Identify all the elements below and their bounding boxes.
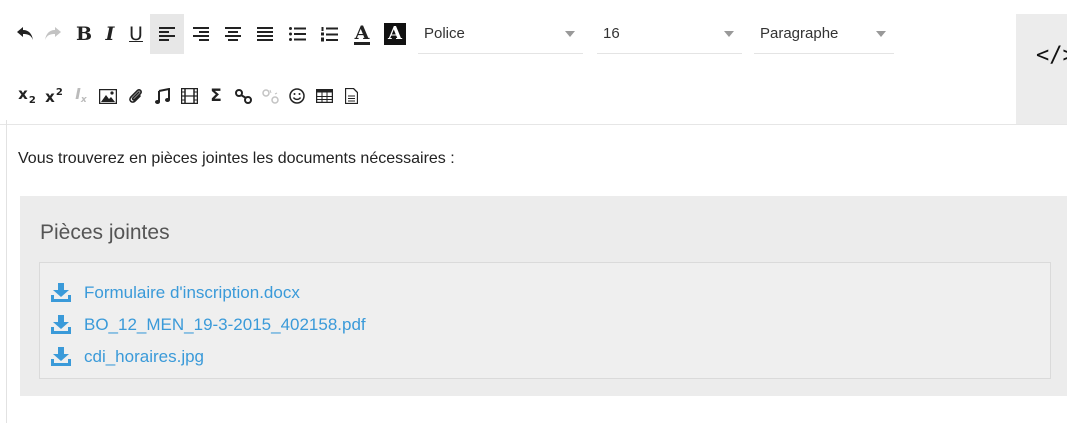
insert-table-button[interactable] bbox=[311, 76, 337, 116]
font-size-value: 16 bbox=[603, 25, 620, 42]
source-code-panel: </> bbox=[1016, 14, 1067, 124]
chevron-down-icon bbox=[876, 30, 886, 37]
align-left-icon bbox=[159, 27, 175, 41]
align-left-button[interactable] bbox=[150, 14, 184, 54]
clear-format-button[interactable]: Ix bbox=[68, 76, 94, 116]
font-family-dropdown[interactable]: Police bbox=[418, 14, 583, 54]
sigma-icon: Σ bbox=[210, 85, 222, 106]
chevron-down-icon bbox=[724, 30, 734, 37]
link-icon bbox=[234, 88, 252, 104]
background-color-icon: A bbox=[384, 23, 406, 45]
bullet-list-button[interactable] bbox=[282, 14, 312, 54]
insert-link-button[interactable] bbox=[230, 76, 256, 116]
align-right-button[interactable] bbox=[186, 14, 216, 54]
music-note-icon bbox=[154, 88, 170, 104]
paperclip-icon bbox=[129, 89, 142, 103]
source-code-button[interactable]: </> bbox=[1016, 36, 1067, 76]
toolbar-row-1: B I U A A Police 16 Paragraphe bbox=[0, 14, 1000, 54]
bold-button[interactable]: B bbox=[72, 14, 96, 54]
font-family-value: Police bbox=[424, 25, 465, 42]
subscript-button[interactable]: x2 bbox=[14, 76, 40, 116]
undo-button[interactable] bbox=[14, 14, 38, 54]
attachment-link[interactable]: Formulaire d'inscription.docx bbox=[50, 277, 366, 309]
editor-content[interactable]: Vous trouverez en pièces jointes les doc… bbox=[0, 124, 1067, 423]
insert-video-button[interactable] bbox=[176, 76, 202, 116]
justify-icon bbox=[257, 27, 273, 41]
align-right-icon bbox=[193, 27, 209, 41]
attach-file-button[interactable] bbox=[122, 76, 148, 116]
align-center-button[interactable] bbox=[218, 14, 248, 54]
unlink-icon bbox=[261, 88, 279, 104]
block-format-value: Paragraphe bbox=[760, 25, 839, 42]
insert-audio-button[interactable] bbox=[149, 76, 175, 116]
image-icon bbox=[99, 88, 117, 104]
attachment-name: cdi_horaires.jpg bbox=[84, 347, 205, 366]
attachments-panel: Pièces jointes Formulaire d'inscription.… bbox=[20, 196, 1067, 396]
bullet-list-icon bbox=[288, 27, 306, 41]
attachment-link[interactable]: BO_12_MEN_19-3-2015_402158.pdf bbox=[50, 309, 366, 341]
numbered-list-icon bbox=[320, 26, 338, 41]
underline-button[interactable]: U bbox=[124, 14, 148, 54]
text-color-icon: A bbox=[353, 21, 371, 45]
attachment-name: Formulaire d'inscription.docx bbox=[84, 283, 300, 302]
block-format-dropdown[interactable]: Paragraphe bbox=[754, 14, 894, 54]
film-icon bbox=[180, 88, 198, 104]
numbered-list-button[interactable] bbox=[314, 14, 344, 54]
table-icon bbox=[315, 89, 333, 103]
redo-icon bbox=[45, 27, 61, 40]
unlink-button[interactable] bbox=[257, 76, 283, 116]
toolbar-row-2: x2 x2 Ix Σ bbox=[0, 76, 1000, 116]
insert-template-button[interactable] bbox=[338, 76, 364, 116]
smiley-icon bbox=[289, 88, 305, 104]
background-color-button[interactable]: A bbox=[380, 14, 410, 54]
subscript-icon: x2 bbox=[18, 84, 36, 106]
download-icon bbox=[50, 282, 72, 304]
superscript-button[interactable]: x2 bbox=[41, 76, 67, 116]
editor-toolbar: B I U A A Police 16 Paragraphe x2 x2 Ix … bbox=[0, 0, 1067, 125]
insert-formula-button[interactable]: Σ bbox=[203, 76, 229, 116]
rich-text-editor: B I U A A Police 16 Paragraphe x2 x2 Ix … bbox=[0, 0, 1067, 423]
attachments-title: Pièces jointes bbox=[40, 221, 170, 244]
attachments-list: Formulaire d'inscription.docx BO_12_MEN_… bbox=[50, 277, 366, 373]
download-icon bbox=[50, 314, 72, 336]
insert-emoji-button[interactable] bbox=[284, 76, 310, 116]
align-center-icon bbox=[225, 27, 241, 41]
undo-icon bbox=[17, 27, 33, 40]
clear-format-icon: Ix bbox=[75, 85, 87, 105]
italic-button[interactable]: I bbox=[98, 14, 122, 54]
redo-button[interactable] bbox=[40, 14, 64, 54]
attachment-name: BO_12_MEN_19-3-2015_402158.pdf bbox=[84, 315, 366, 334]
attachment-link[interactable]: cdi_horaires.jpg bbox=[50, 341, 366, 373]
chevron-down-icon bbox=[565, 30, 575, 37]
font-size-dropdown[interactable]: 16 bbox=[597, 14, 742, 54]
text-color-button[interactable]: A bbox=[346, 14, 378, 54]
download-icon bbox=[50, 346, 72, 368]
insert-image-button[interactable] bbox=[95, 76, 121, 116]
justify-button[interactable] bbox=[250, 14, 280, 54]
body-paragraph: Vous trouverez en pièces jointes les doc… bbox=[18, 150, 455, 167]
attachments-box: Formulaire d'inscription.docx BO_12_MEN_… bbox=[39, 262, 1051, 379]
document-icon bbox=[344, 88, 358, 104]
superscript-icon: x2 bbox=[45, 86, 63, 106]
